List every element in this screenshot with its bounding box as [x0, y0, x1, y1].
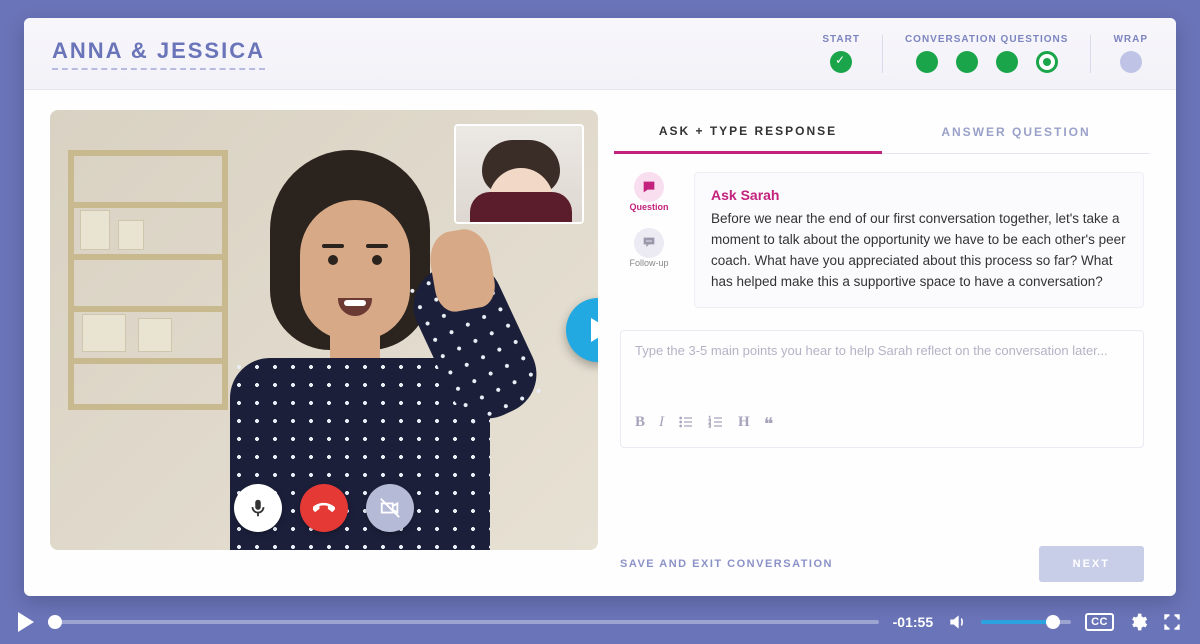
step-wrap: WRAP: [1113, 34, 1148, 73]
step-dot-q4-current[interactable]: [1036, 51, 1058, 73]
next-button[interactable]: NEXT: [1039, 546, 1144, 582]
numbered-list-icon: 123: [708, 414, 724, 430]
page-title: ANNA & JESSICA: [52, 38, 265, 70]
camera-toggle-button[interactable]: [366, 484, 414, 532]
step-dot-start[interactable]: [830, 51, 852, 73]
volume-thumb[interactable]: [1046, 615, 1060, 629]
heading-button[interactable]: H: [738, 414, 750, 435]
volume-icon: [947, 612, 967, 632]
bullet-list-button[interactable]: [678, 414, 694, 435]
app-frame: ANNA & JESSICA START CONVERSATION QUESTI…: [24, 18, 1176, 596]
numbered-list-button[interactable]: 123: [708, 414, 724, 435]
quote-button[interactable]: ❝: [764, 414, 774, 435]
save-exit-link[interactable]: SAVE AND EXIT CONVERSATION: [620, 558, 833, 570]
step-divider: [882, 35, 883, 73]
microphone-icon: [247, 497, 269, 519]
svg-text:3: 3: [709, 424, 712, 429]
tab-ask-type[interactable]: ASK + TYPE RESPONSE: [614, 110, 882, 154]
player-settings-button[interactable]: [1128, 612, 1148, 632]
step-dot-wrap[interactable]: [1120, 51, 1142, 73]
call-controls: [234, 484, 414, 532]
mute-button[interactable]: [234, 484, 282, 532]
player-play-button[interactable]: [18, 612, 34, 632]
question-area: Question Follow-up Ask Sarah Before we n…: [614, 172, 1150, 308]
bold-button[interactable]: B: [635, 414, 645, 435]
player-seek-track[interactable]: [48, 620, 879, 624]
progress-stepper: START CONVERSATION QUESTIONS WRAP: [822, 34, 1148, 73]
question-text: Before we near the end of our first conv…: [711, 209, 1127, 293]
player-volume-button[interactable]: [947, 612, 967, 632]
question-chip[interactable]: Question: [629, 172, 668, 212]
video-pane: [50, 110, 598, 550]
step-start: START: [822, 34, 860, 73]
panel-footer: SAVE AND EXIT CONVERSATION NEXT: [614, 536, 1150, 582]
captions-button[interactable]: CC: [1085, 613, 1114, 631]
followup-chip[interactable]: Follow-up: [629, 228, 668, 268]
volume-slider[interactable]: [981, 620, 1071, 624]
fullscreen-icon: [1162, 612, 1182, 632]
camera-off-icon: [379, 497, 401, 519]
hangup-button[interactable]: [300, 484, 348, 532]
panel-tabs: ASK + TYPE RESPONSE ANSWER QUESTION: [614, 110, 1150, 154]
step-dot-q2[interactable]: [956, 51, 978, 73]
self-view-pip[interactable]: [454, 124, 584, 224]
phone-hangup-icon: [313, 497, 335, 519]
speech-bubble-icon: [634, 172, 664, 202]
player-seek-thumb[interactable]: [48, 615, 62, 629]
editor-toolbar: B I 123 H ❝: [635, 410, 1129, 435]
main-body: ASK + TYPE RESPONSE ANSWER QUESTION Ques…: [24, 90, 1176, 596]
step-dot-q1[interactable]: [916, 51, 938, 73]
header: ANNA & JESSICA START CONVERSATION QUESTI…: [24, 18, 1176, 90]
media-player-bar: -01:55 CC: [0, 600, 1200, 644]
fullscreen-button[interactable]: [1162, 612, 1182, 632]
editor-placeholder: Type the 3-5 main points you hear to hel…: [635, 343, 1129, 410]
question-body: Ask Sarah Before we near the end of our …: [694, 172, 1144, 308]
tab-answer[interactable]: ANSWER QUESTION: [882, 110, 1150, 154]
step-dot-q3[interactable]: [996, 51, 1018, 73]
response-editor[interactable]: Type the 3-5 main points you hear to hel…: [620, 330, 1144, 448]
bullet-list-icon: [678, 414, 694, 430]
question-type-sidebar: Question Follow-up: [620, 172, 678, 308]
response-panel: ASK + TYPE RESPONSE ANSWER QUESTION Ques…: [614, 110, 1150, 582]
player-time-remaining: -01:55: [893, 614, 933, 630]
step-conversation: CONVERSATION QUESTIONS: [905, 34, 1069, 73]
question-title: Ask Sarah: [711, 187, 1127, 203]
italic-button[interactable]: I: [659, 414, 664, 435]
gear-icon: [1128, 612, 1148, 632]
step-divider: [1090, 35, 1091, 73]
followup-icon: [634, 228, 664, 258]
